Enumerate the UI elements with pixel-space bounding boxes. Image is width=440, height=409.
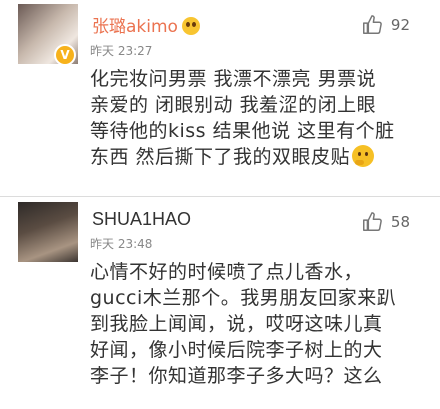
comment-line: 化完妆问男票 我漂不漂亮 男票说 (90, 68, 377, 90)
verified-badge-icon: V (54, 44, 76, 66)
comment-item: V 张璐akimo 昨天 23:27 92 化完妆问男票 我漂不漂亮 男票说 亲… (0, 0, 440, 196)
thumbs-up-icon (362, 15, 382, 34)
avatar[interactable] (18, 202, 78, 262)
comment-author[interactable]: 张璐akimo (92, 12, 200, 37)
author-name[interactable]: SHUA1HAO (92, 209, 191, 229)
thumbs-up-icon (362, 212, 382, 231)
author-name[interactable]: 张璐akimo (92, 17, 178, 37)
comment-line: 心情不好的时候喷了点儿香水， (90, 261, 364, 283)
comment-line: 李子！你知道那李子多大吗？这么 (90, 365, 383, 387)
comment-item: SHUA1HAO 昨天 23:48 58 心情不好的时候喷了点儿香水， gucc… (0, 197, 440, 409)
comment-line: 东西 然后撕下了我的双眼皮贴 (90, 144, 430, 170)
like-count: 92 (390, 16, 410, 34)
comment-author[interactable]: SHUA1HAO (92, 209, 191, 230)
vip-emoji-icon (181, 17, 200, 35)
comment-time: 昨天 23:48 (90, 237, 153, 251)
comment-line: gucci木兰那个。我男朋友回家来趴 (90, 287, 397, 309)
like-button[interactable]: 58 (361, 211, 410, 233)
thinking-emoji-icon (352, 145, 375, 167)
comment-line-text: 东西 然后撕下了我的双眼皮贴 (90, 146, 351, 168)
like-count: 58 (390, 213, 410, 231)
comment-line: 亲爱的 闭眼别动 我羞涩的闭上眼 (90, 94, 377, 116)
comment-line: 好闻，像小时候后院李子树上的大 (90, 339, 383, 361)
like-button[interactable]: 92 (361, 14, 410, 36)
comment-line: 等待他的kiss 结果他说 这里有个脏 (90, 120, 395, 142)
comment-line: 到我脸上闻闻，说，哎呀这味儿真 (90, 313, 383, 335)
comment-text: 心情不好的时候喷了点儿香水， gucci木兰那个。我男朋友回家来趴 到我脸上闻闻… (90, 259, 430, 389)
comment-time: 昨天 23:27 (90, 44, 153, 58)
comment-text: 化完妆问男票 我漂不漂亮 男票说 亲爱的 闭眼别动 我羞涩的闭上眼 等待他的ki… (90, 66, 430, 170)
